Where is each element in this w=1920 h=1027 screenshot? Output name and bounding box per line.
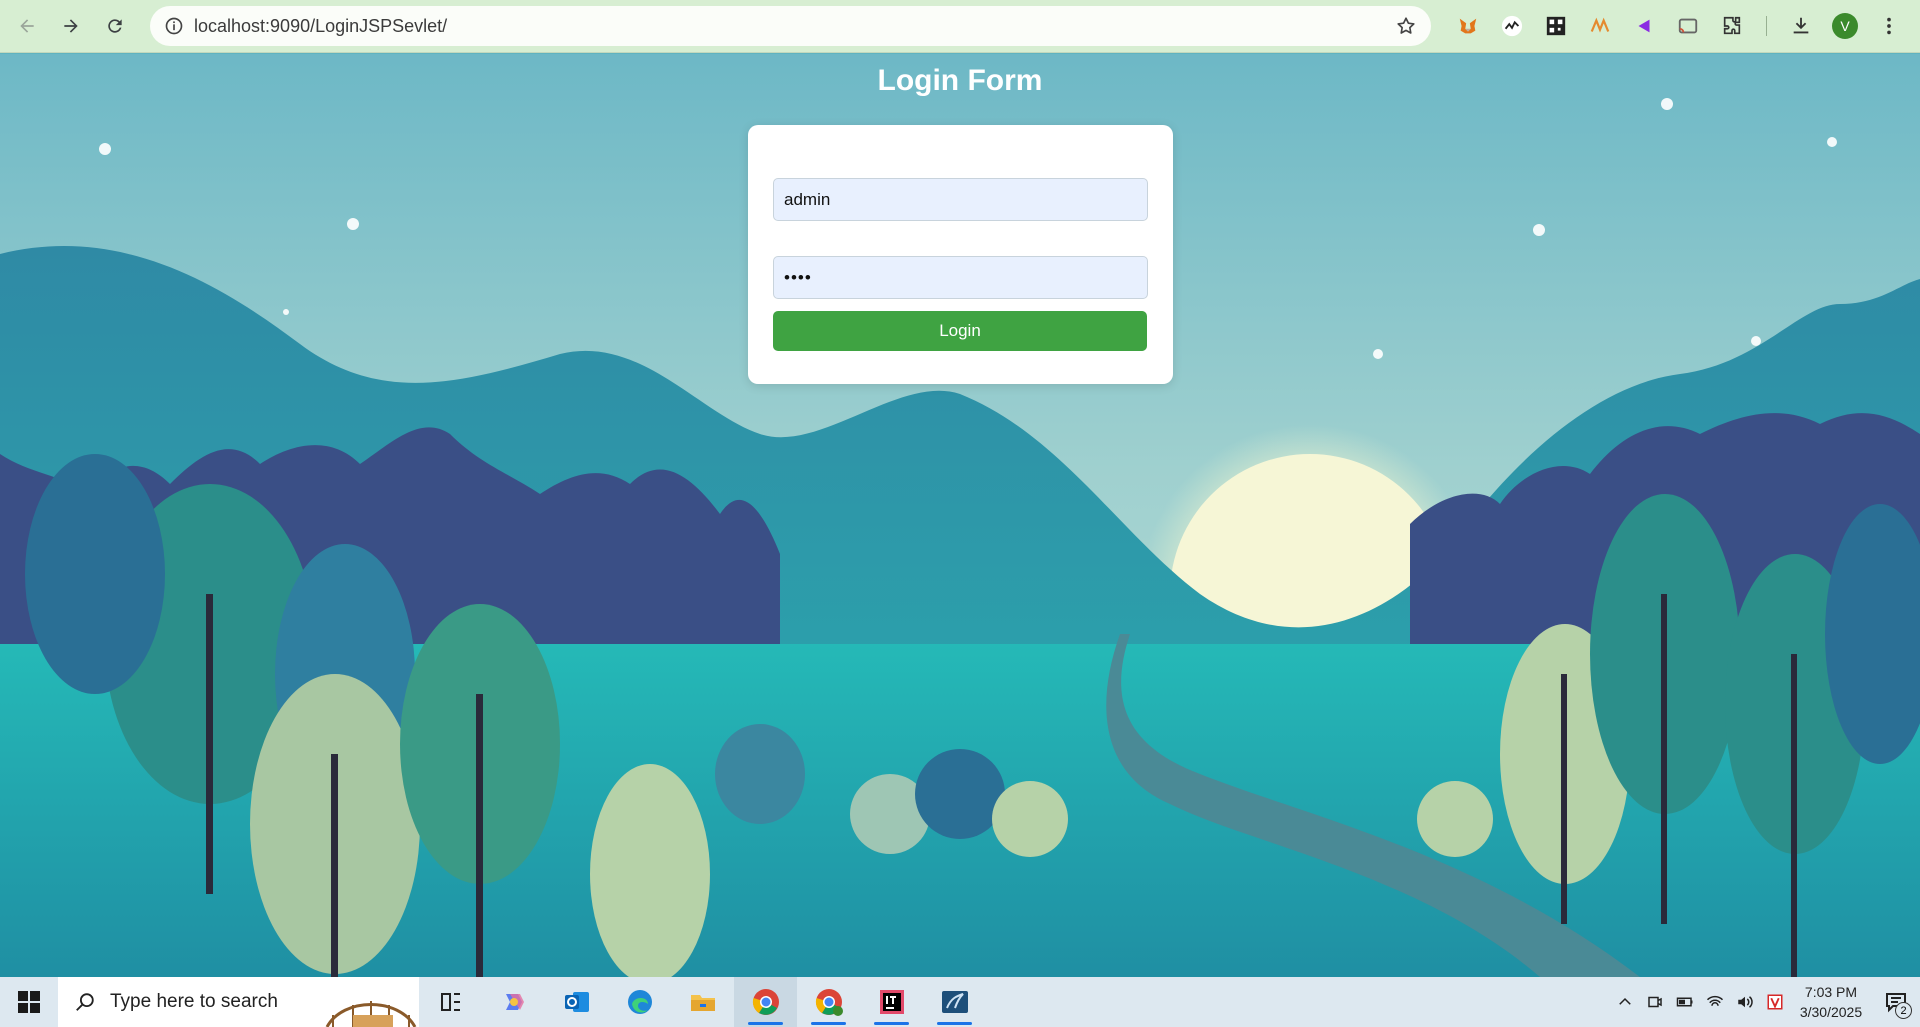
wave-extension-icon[interactable]	[1578, 8, 1622, 44]
meet-now-icon[interactable]	[1640, 977, 1670, 1027]
notification-badge: 2	[1895, 1002, 1912, 1019]
task-view-icon	[440, 993, 460, 1011]
chart-extension-icon[interactable]	[1490, 8, 1534, 44]
login-form: admin •••• Login	[748, 125, 1173, 384]
downloads-icon[interactable]	[1779, 8, 1823, 44]
edge-icon	[627, 990, 652, 1014]
intellij-app[interactable]	[860, 977, 923, 1027]
qr-extension-icon[interactable]	[1534, 8, 1578, 44]
toolbar-divider	[1766, 16, 1767, 36]
metamask-extension-icon[interactable]	[1446, 8, 1490, 44]
notification-center-button[interactable]: 2	[1872, 977, 1920, 1027]
taskbar-clock[interactable]: 7:03 PM 3/30/2025	[1790, 982, 1872, 1022]
username-field[interactable]: admin	[773, 178, 1148, 221]
copilot-app[interactable]	[482, 977, 545, 1027]
extensions-area: V	[1446, 8, 1911, 44]
browser-menu-icon[interactable]	[1867, 8, 1911, 44]
cast-extension-icon[interactable]	[1666, 8, 1710, 44]
reload-button[interactable]	[93, 4, 137, 48]
bing-highlight-image	[323, 987, 419, 1027]
clock-date: 3/30/2025	[1799, 1004, 1863, 1020]
chrome-profile-icon	[815, 989, 843, 1016]
profile-avatar[interactable]: V	[1823, 8, 1867, 44]
system-tray: 7:03 PM 3/30/2025 2	[1610, 977, 1920, 1027]
extensions-puzzle-icon[interactable]	[1710, 8, 1754, 44]
browser-toolbar: localhost:9090/LoginJSPSevlet/ V	[0, 0, 1920, 53]
search-icon	[76, 993, 94, 1011]
arrow-right-icon	[64, 19, 78, 33]
bookmark-star-icon[interactable]	[1395, 15, 1417, 37]
file-explorer-app[interactable]	[671, 977, 734, 1027]
edge-app[interactable]	[608, 977, 671, 1027]
back-button[interactable]	[5, 4, 49, 48]
triangle-extension-icon[interactable]	[1622, 8, 1666, 44]
mysql-workbench-app[interactable]	[923, 977, 986, 1027]
outlook-app[interactable]	[545, 977, 608, 1027]
page-viewport: Login Form admin •••• Login	[0, 54, 1920, 977]
windows-logo-icon	[18, 991, 40, 1013]
chrome-app[interactable]	[734, 977, 797, 1027]
copilot-icon	[505, 994, 524, 1010]
url-text[interactable]: localhost:9090/LoginJSPSevlet/	[194, 16, 447, 37]
chrome-icon	[752, 989, 779, 1015]
search-placeholder: Type here to search	[110, 991, 278, 1012]
volume-icon[interactable]	[1730, 977, 1760, 1027]
profile-avatar-initial: V	[1832, 13, 1858, 39]
address-bar[interactable]: localhost:9090/LoginJSPSevlet/	[150, 6, 1431, 46]
outlook-icon	[564, 992, 589, 1012]
site-info-icon[interactable]	[154, 6, 194, 46]
login-button[interactable]: Login	[773, 311, 1147, 351]
antivirus-icon[interactable]	[1760, 977, 1790, 1027]
page-title: Login Form	[877, 64, 1043, 97]
password-field[interactable]: ••••	[773, 256, 1148, 299]
chrome-profile-app[interactable]	[797, 977, 860, 1027]
arrow-left-icon	[20, 19, 34, 33]
taskbar-search[interactable]: Type here to search	[58, 977, 419, 1027]
folder-icon	[690, 995, 715, 1011]
battery-icon[interactable]	[1670, 977, 1700, 1027]
reload-icon	[108, 19, 122, 33]
start-button[interactable]	[0, 977, 58, 1027]
wifi-icon[interactable]	[1700, 977, 1730, 1027]
task-view-button[interactable]	[419, 977, 482, 1027]
intellij-icon	[879, 990, 904, 1014]
clock-time: 7:03 PM	[1804, 984, 1858, 1000]
forward-button[interactable]	[49, 4, 93, 48]
mysql-workbench-icon	[941, 991, 968, 1013]
taskbar: Type here to search 7:03 PM 3/30/2025 2	[0, 977, 1920, 1027]
chevron-up-icon[interactable]	[1610, 977, 1640, 1027]
